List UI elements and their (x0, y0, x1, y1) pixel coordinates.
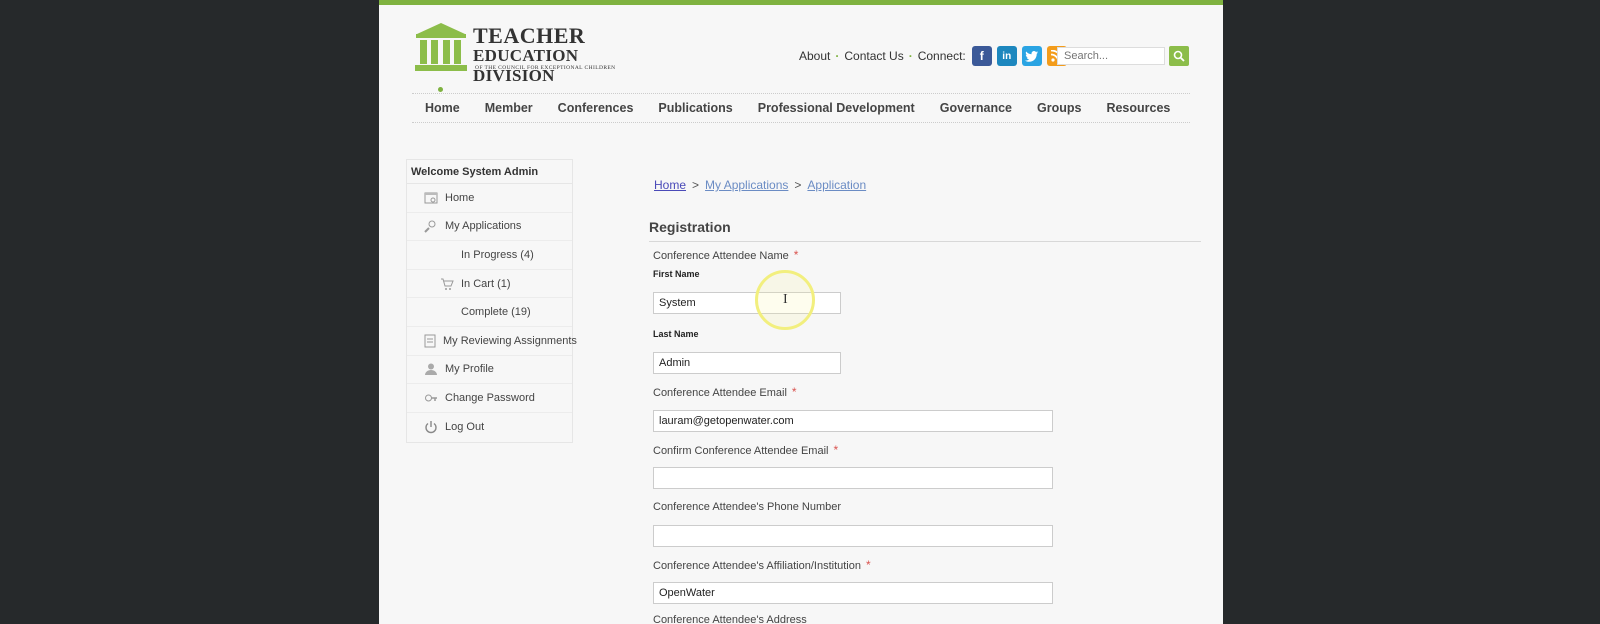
logo-line-3: of the Council for Exceptional Children (475, 65, 616, 71)
affiliation-input[interactable] (653, 582, 1053, 604)
nav-home[interactable]: Home (425, 87, 460, 115)
last-name-label: Last Name (653, 329, 699, 339)
attendee-name-label: Conference Attendee Name * (653, 248, 798, 262)
sidebar-item-label: Complete (19) (461, 306, 531, 319)
cart-icon (439, 276, 455, 292)
pillars-logo-icon (415, 23, 467, 71)
sidebar-item-label: Log Out (445, 421, 485, 434)
label-text: Conference Attendee's Affiliation/Instit… (653, 560, 861, 572)
linkedin-icon[interactable]: in (996, 46, 1017, 66)
label-text: Confirm Conference Attendee Email (653, 445, 829, 457)
twitter-icon[interactable] (1021, 46, 1042, 66)
nav-conferences[interactable]: Conferences (558, 101, 634, 115)
separator: · (835, 49, 840, 63)
top-accent-bar (379, 0, 1223, 5)
breadcrumb: Home > My Applications > Application (654, 178, 866, 192)
main-nav: Home Member Conferences Publications Pro… (412, 87, 1190, 123)
about-link[interactable]: About (799, 49, 830, 63)
breadcrumb-separator: > (794, 178, 802, 192)
sidebar-item-change-password[interactable]: Change Password (407, 384, 572, 413)
sidebar-item-complete[interactable]: Complete (19) (407, 298, 572, 327)
user-icon (423, 361, 439, 377)
contact-link[interactable]: Contact Us (844, 49, 903, 63)
sidebar-item-label: My Reviewing Assignments (443, 334, 577, 347)
separator: · (908, 49, 913, 63)
nav-member[interactable]: Member (485, 101, 533, 115)
required-marker: * (791, 385, 797, 399)
sidebar-item-label: Change Password (445, 391, 535, 404)
search-icon (1173, 50, 1185, 62)
sidebar-item-label: In Progress (4) (461, 248, 534, 261)
applications-icon (423, 218, 439, 234)
power-icon (423, 419, 439, 435)
breadcrumb-application-link[interactable]: Application (807, 178, 866, 192)
clipboard-icon (423, 333, 437, 349)
sidebar-item-my-applications[interactable]: My Applications (407, 213, 572, 242)
section-divider (649, 241, 1201, 242)
sidebar-item-label: My Applications (445, 220, 522, 233)
nav-governance[interactable]: Governance (940, 101, 1012, 115)
nav-publications[interactable]: Publications (658, 101, 732, 115)
sidebar-item-label: Home (445, 191, 475, 204)
sidebar-welcome: Welcome System Admin (407, 160, 572, 184)
breadcrumb-applications-link[interactable]: My Applications (705, 178, 788, 192)
site-logo[interactable]: TEACHER EDUCATION DIVISION of the Counci… (413, 20, 643, 85)
required-marker: * (833, 443, 839, 457)
first-name-label: First Name (653, 269, 700, 279)
sidebar-item-my-profile[interactable]: My Profile (407, 356, 572, 385)
required-marker: * (793, 248, 799, 262)
address-label: Conference Attendee's Address (653, 614, 807, 624)
search-input[interactable] (1057, 47, 1165, 65)
sidebar-item-label: In Cart (1) (461, 277, 511, 290)
search-button[interactable] (1169, 46, 1189, 66)
breadcrumb-home-link[interactable]: Home (654, 178, 686, 192)
last-name-input[interactable] (653, 352, 841, 374)
social-icons: f in (971, 46, 1067, 66)
home-icon (423, 190, 439, 206)
sidebar-item-in-progress[interactable]: In Progress (4) (407, 241, 572, 270)
nav-groups[interactable]: Groups (1037, 101, 1081, 115)
text-cursor-icon: I (783, 292, 788, 307)
phone-input[interactable] (653, 525, 1053, 547)
email-input[interactable] (653, 410, 1053, 432)
sidebar-item-label: My Profile (445, 363, 494, 376)
phone-label: Conference Attendee's Phone Number (653, 501, 841, 513)
account-sidebar: Welcome System Admin Home My Application… (406, 159, 577, 443)
confirm-email-label: Confirm Conference Attendee Email * (653, 443, 838, 457)
sidebar-item-reviewing-assignments[interactable]: My Reviewing Assignments (407, 327, 577, 356)
breadcrumb-separator: > (692, 178, 700, 192)
affiliation-label: Conference Attendee's Affiliation/Instit… (653, 558, 871, 572)
nav-resources[interactable]: Resources (1106, 101, 1170, 115)
sidebar-item-log-out[interactable]: Log Out (407, 413, 572, 442)
section-title: Registration (649, 219, 731, 235)
label-text: Conference Attendee Name (653, 250, 789, 262)
email-label: Conference Attendee Email * (653, 385, 797, 399)
utility-links: About · Contact Us · Connect: f in (799, 46, 1067, 66)
facebook-icon[interactable]: f (971, 46, 992, 66)
sidebar-item-in-cart[interactable]: In Cart (1) (407, 270, 572, 299)
confirm-email-input[interactable] (653, 467, 1053, 489)
sidebar-item-home[interactable]: Home (407, 184, 572, 213)
connect-label: Connect: (917, 49, 966, 63)
key-icon (423, 390, 439, 406)
nav-professional-development[interactable]: Professional Development (758, 101, 915, 115)
required-marker: * (865, 558, 871, 572)
label-text: Conference Attendee Email (653, 387, 787, 399)
